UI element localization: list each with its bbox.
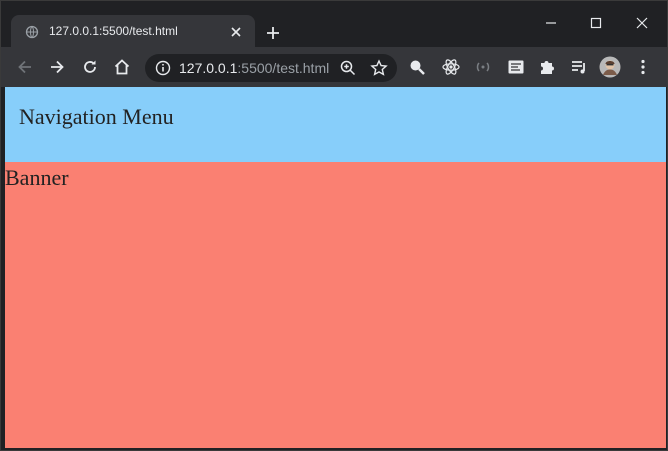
puzzle-icon[interactable] xyxy=(537,57,557,77)
info-icon[interactable] xyxy=(155,60,171,76)
tab-strip: 127.0.0.1:5500/test.html xyxy=(1,1,667,48)
navigation-menu: Navigation Menu xyxy=(5,87,666,162)
globe-icon xyxy=(25,25,39,39)
plus-icon[interactable] xyxy=(263,23,283,43)
url-path: :5500/test.html xyxy=(237,60,330,76)
minimize-icon[interactable] xyxy=(541,13,561,33)
browser-tab[interactable]: 127.0.0.1:5500/test.html xyxy=(11,15,255,48)
tab-title: 127.0.0.1:5500/test.html xyxy=(49,24,178,38)
kebab-menu-icon[interactable] xyxy=(633,57,653,77)
forward-icon[interactable] xyxy=(47,57,67,77)
url-host: 127.0.0.1 xyxy=(179,60,238,76)
back-icon[interactable] xyxy=(15,57,35,77)
banner: Banner xyxy=(5,162,666,448)
browser-toolbar: 127.0.0.1:5500/test.html xyxy=(1,47,667,87)
search-extension-icon[interactable] xyxy=(407,57,427,77)
media-queue-icon[interactable] xyxy=(569,57,589,77)
url-text[interactable]: 127.0.0.1:5500/test.html xyxy=(179,60,329,76)
star-icon[interactable] xyxy=(370,59,388,77)
reload-icon[interactable] xyxy=(80,57,100,77)
close-icon[interactable] xyxy=(229,25,243,39)
avatar[interactable] xyxy=(599,56,621,78)
reader-icon[interactable] xyxy=(506,57,526,77)
react-devtools-icon[interactable] xyxy=(441,57,461,77)
home-icon[interactable] xyxy=(112,57,132,77)
maximize-icon[interactable] xyxy=(586,13,606,33)
page-viewport: Navigation Menu Banner xyxy=(5,87,666,448)
extension-icon[interactable] xyxy=(473,57,493,77)
browser-window: 127.0.0.1:5500/test.html 127.0.0.1:5500/… xyxy=(0,0,668,451)
banner-title: Banner xyxy=(5,165,69,190)
address-bar[interactable]: 127.0.0.1:5500/test.html xyxy=(145,54,397,82)
zoom-icon[interactable] xyxy=(339,59,357,77)
navigation-menu-title: Navigation Menu xyxy=(19,104,174,129)
close-window-icon[interactable] xyxy=(632,13,652,33)
